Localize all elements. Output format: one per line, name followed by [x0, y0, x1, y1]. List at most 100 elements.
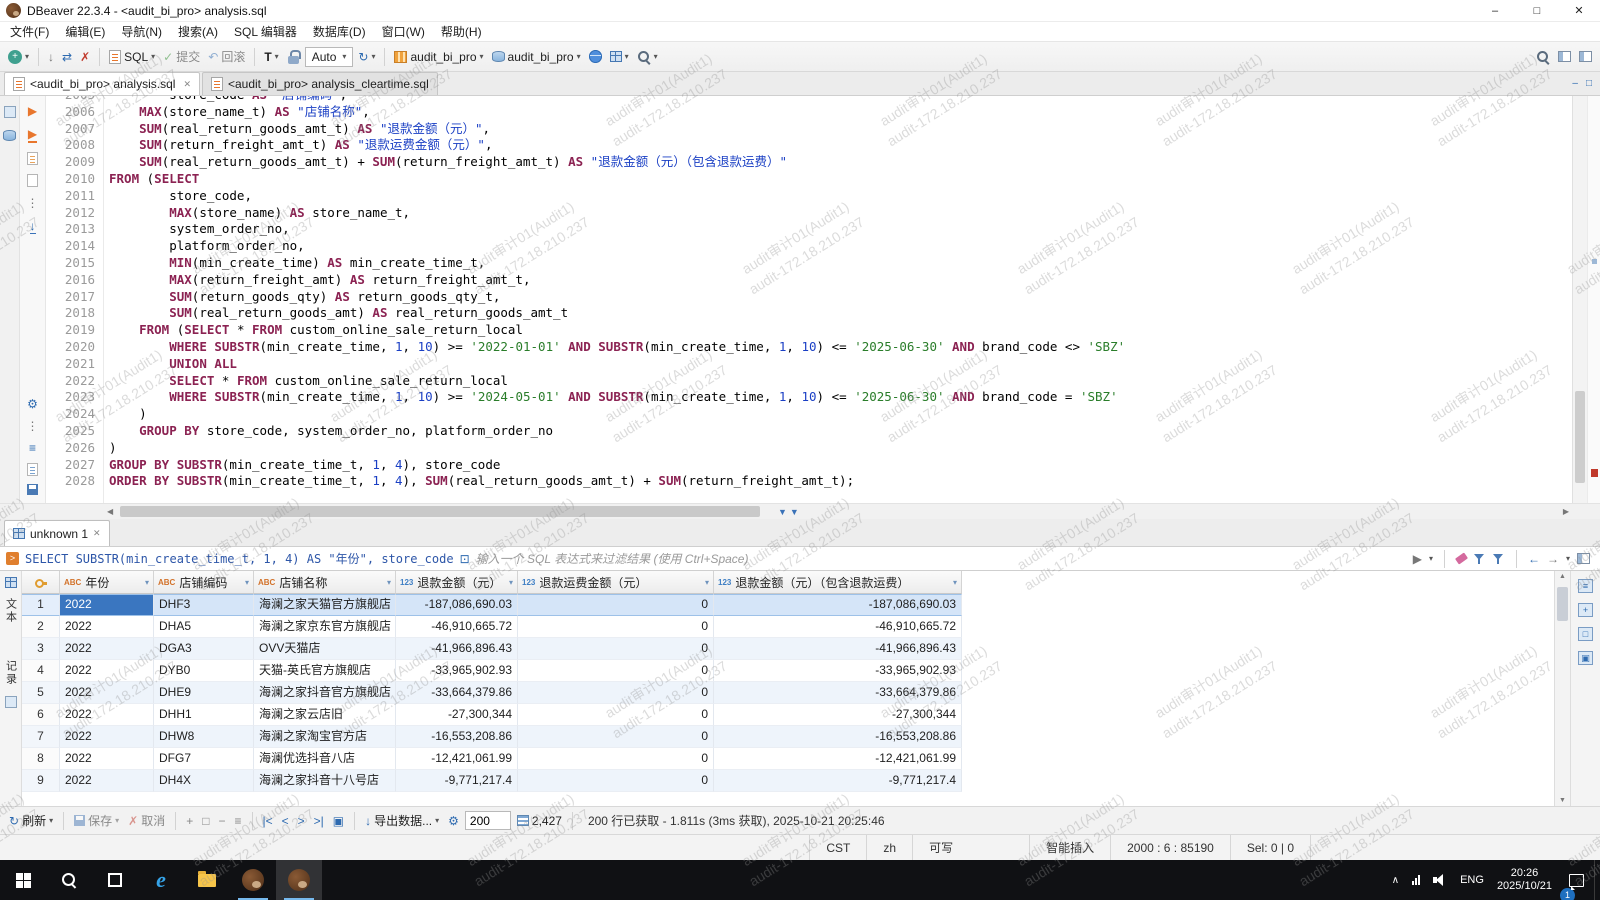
scroll-right-icon[interactable]: ▶	[1563, 507, 1569, 516]
tray-chevron-icon[interactable]: ∧	[1392, 875, 1399, 886]
chevron-down-icon[interactable]: ▾	[509, 578, 513, 587]
grid-cell[interactable]: -9,771,217.4	[714, 770, 962, 792]
grid-cell[interactable]: -27,300,344	[396, 704, 518, 726]
menu-item[interactable]: 搜索(A)	[170, 21, 226, 42]
row-number-cell[interactable]: 9	[22, 770, 60, 792]
history-forward-icon[interactable]: →	[1547, 552, 1559, 566]
column-header[interactable]: 123退款金额（元）（包含退款运费）▾	[714, 571, 962, 594]
filter-expression-input[interactable]	[476, 552, 1407, 566]
grid-cell[interactable]: 天猫-英氏官方旗舰店	[254, 660, 396, 682]
tab-record-view[interactable]: 记录	[3, 660, 19, 686]
autocommit-select[interactable]: Auto▾	[305, 47, 354, 67]
previous-row-button[interactable]: <	[279, 812, 292, 830]
dbeaver-taskbar-button-active[interactable]	[276, 860, 322, 900]
grid-cell[interactable]: DHW8	[154, 726, 254, 748]
maximize-view-button[interactable]: □	[1586, 78, 1592, 89]
transaction-mode-button[interactable]: T▾	[261, 48, 281, 66]
row-number-cell[interactable]: 8	[22, 748, 60, 770]
execute-statement-button[interactable]: ▶	[28, 104, 37, 118]
minimize-button[interactable]: –	[1474, 0, 1516, 21]
grid-cell[interactable]: 0	[518, 726, 714, 748]
next-row-button[interactable]: >	[295, 812, 308, 830]
grid-settings-button[interactable]: ⚙	[445, 812, 462, 830]
connection-selector[interactable]: audit_bi_pro▾	[391, 48, 486, 66]
delete-row-button[interactable]: −	[215, 812, 228, 830]
menu-item[interactable]: 文件(F)	[2, 21, 57, 42]
taskbar-search-button[interactable]	[46, 860, 92, 900]
grid-cell[interactable]: DHH1	[154, 704, 254, 726]
grid-cell[interactable]: DHE9	[154, 682, 254, 704]
maximize-button[interactable]: □	[1516, 0, 1558, 21]
grid-cell[interactable]: 2022	[60, 770, 154, 792]
grid-cell[interactable]: -33,965,902.93	[396, 660, 518, 682]
grid-view-icon[interactable]	[5, 577, 17, 588]
grid-cell[interactable]: -33,664,379.86	[714, 682, 962, 704]
refresh-button[interactable]: ↻刷新▾	[6, 810, 56, 831]
taskbar-clock[interactable]: 20:262025/10/21	[1497, 867, 1552, 893]
row-count-button[interactable]: 2,427	[514, 812, 565, 830]
output-icon[interactable]: ≡	[29, 441, 36, 455]
show-desktop-button[interactable]	[1594, 860, 1600, 900]
grid-cell[interactable]: 2022	[60, 616, 154, 638]
network-icon[interactable]	[1412, 875, 1420, 885]
chevron-down-icon[interactable]: ▾	[387, 578, 391, 587]
grid-cell[interactable]: 海澜之家抖音十八号店	[254, 770, 396, 792]
grid-cell[interactable]: -27,300,344	[714, 704, 962, 726]
fetch-size-input[interactable]	[465, 811, 511, 830]
grid-cell[interactable]: 海澜之家天猫官方旗舰店	[254, 594, 396, 616]
grid-cell[interactable]: 0	[518, 704, 714, 726]
grid-cell[interactable]: 2022	[60, 726, 154, 748]
grid-cell[interactable]: 海澜之家淘宝官方店	[254, 726, 396, 748]
column-header[interactable]: ABC年份▾	[60, 571, 154, 594]
chevron-down-icon[interactable]: ▾	[1566, 554, 1570, 564]
scroll-left-icon[interactable]: ◀	[107, 507, 113, 516]
grid-cell[interactable]: 海澜之家云店旧	[254, 704, 396, 726]
last-row-button[interactable]: >|	[311, 812, 327, 830]
rollback-button[interactable]: ↶回滚	[205, 46, 248, 67]
chevron-down-icon[interactable]: ▾	[145, 578, 149, 587]
grid-cell[interactable]: 2022	[60, 594, 154, 616]
history-back-icon[interactable]: ←	[1528, 552, 1540, 566]
filter-settings-icon[interactable]	[1474, 553, 1486, 565]
grid-cell[interactable]: DYB0	[154, 660, 254, 682]
chevron-down-icon[interactable]: ▾	[245, 578, 249, 587]
add-row-button[interactable]: +	[183, 812, 196, 830]
chevron-down-icon[interactable]: ▾	[1429, 554, 1433, 564]
cancel-button[interactable]: ✗取消	[125, 810, 168, 831]
commit-button[interactable]: ✓提交	[160, 46, 203, 67]
start-button[interactable]	[0, 860, 46, 900]
occurrence-marker[interactable]	[1592, 259, 1597, 264]
quick-search-button[interactable]	[1533, 48, 1553, 66]
scrollbar-track[interactable]: ◀ ▶	[104, 504, 1572, 519]
database-navigator-icon[interactable]	[3, 130, 16, 141]
grid-vertical-scrollbar[interactable]: ▲ ▼	[1554, 571, 1570, 806]
save-icon[interactable]	[27, 484, 38, 495]
metadata-panel-icon[interactable]: □	[1578, 627, 1593, 641]
editor-tab[interactable]: <audit_bi_pro> analysis.sql✕	[4, 72, 200, 95]
grid-cell[interactable]: -12,421,061.99	[714, 748, 962, 770]
transaction-log-button[interactable]: ↻▾	[355, 48, 378, 66]
network-profile-button[interactable]	[586, 48, 605, 65]
grid-cell[interactable]: 0	[518, 660, 714, 682]
chevron-down-icon[interactable]: ▾	[705, 578, 709, 587]
menu-item[interactable]: 导航(N)	[113, 21, 170, 42]
editor-horizontal-scrollbar[interactable]: ◀ ▶ ▼ ▼	[0, 503, 1600, 519]
grid-cell[interactable]: 0	[518, 594, 714, 616]
grid-cell[interactable]: 0	[518, 682, 714, 704]
scrollbar-thumb[interactable]	[120, 506, 760, 517]
new-connection-button[interactable]: +▾	[5, 48, 32, 66]
editor-tab[interactable]: <audit_bi_pro> analysis_cleartime.sql	[202, 72, 438, 95]
schema-selector[interactable]: audit_bi_pro▾	[489, 48, 584, 66]
clear-filter-icon[interactable]	[1455, 552, 1468, 564]
minimize-view-button[interactable]: –	[1572, 78, 1578, 89]
export-result-icon[interactable]: ↓	[30, 219, 36, 234]
tab-text-view[interactable]: 文本	[3, 598, 19, 624]
panel-toggle-icon[interactable]	[1577, 553, 1590, 564]
grid-cell[interactable]: 海澜优选抖音八店	[254, 748, 396, 770]
grid-cell[interactable]: DH4X	[154, 770, 254, 792]
grid-cell[interactable]: -41,966,896.43	[714, 638, 962, 660]
grid-cell[interactable]: 0	[518, 748, 714, 770]
row-number-cell[interactable]: 3	[22, 638, 60, 660]
expand-filter-icon[interactable]: ⊡	[460, 552, 470, 566]
scroll-down-icon[interactable]: ▼	[1559, 797, 1566, 804]
